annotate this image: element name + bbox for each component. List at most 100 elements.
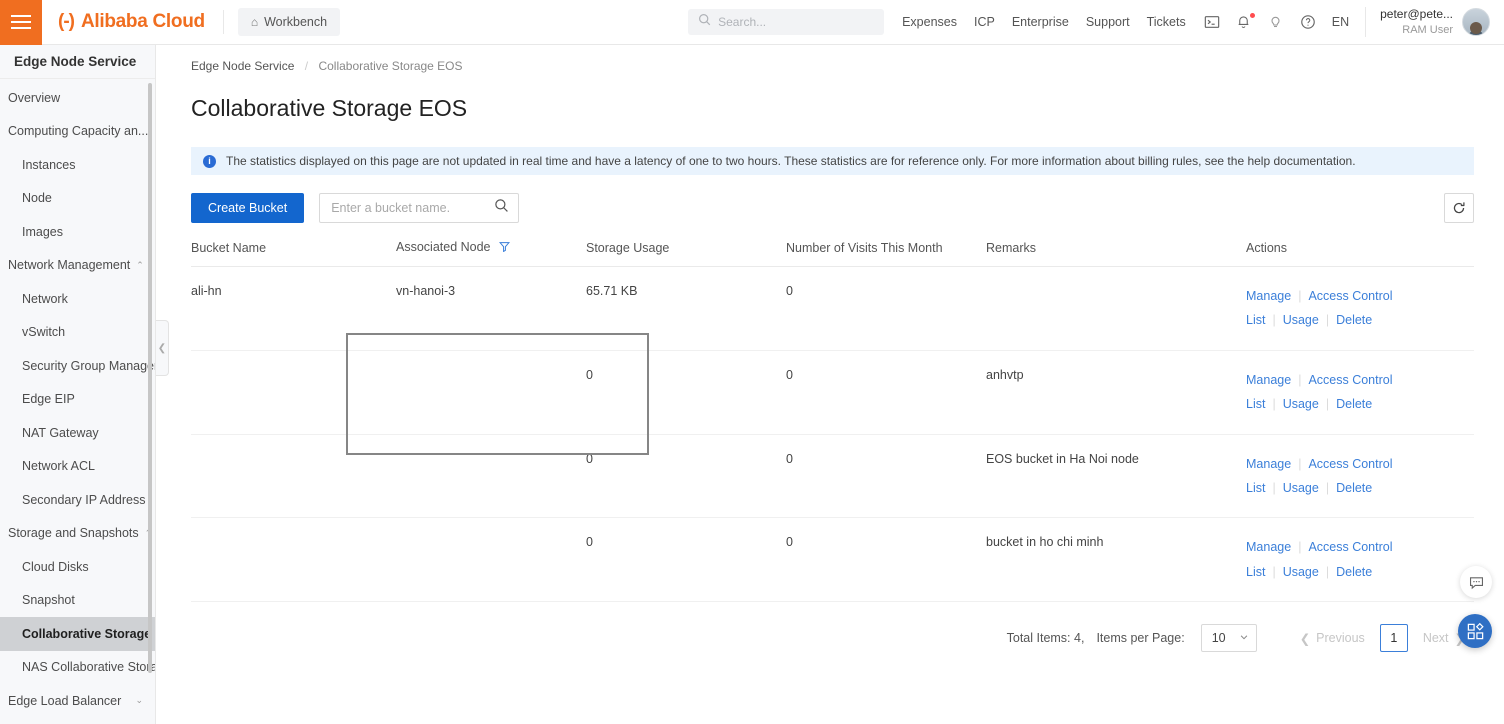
- page-number-1[interactable]: 1: [1379, 624, 1408, 652]
- sidebar-item-secondary-ip-address[interactable]: Secondary IP Address: [0, 483, 155, 517]
- nav-link-support[interactable]: Support: [1086, 15, 1130, 29]
- refresh-button[interactable]: [1444, 193, 1474, 223]
- action-manage[interactable]: Manage: [1246, 540, 1291, 554]
- action-usage[interactable]: Usage: [1283, 313, 1319, 327]
- action-delete[interactable]: Delete: [1336, 397, 1372, 411]
- sidebar-item-computing-capacity-an[interactable]: Computing Capacity an... ⌃: [0, 115, 155, 149]
- actions-cell: Manage | Access Control List | Usage | Delete: [1246, 517, 1474, 602]
- sidebar-item-vswitch[interactable]: vSwitch: [0, 316, 155, 350]
- create-bucket-button[interactable]: Create Bucket: [191, 193, 305, 223]
- sidebar-item-node[interactable]: Node: [0, 182, 155, 216]
- action-links: Manage | Access Control List | Usage | Delete: [1246, 452, 1474, 501]
- column-header-associated-node: Associated Node: [396, 240, 586, 267]
- sidebar-item-collaborative-storage-e[interactable]: Collaborative Storage E(: [0, 617, 155, 651]
- nav-link-tickets[interactable]: Tickets: [1147, 15, 1186, 29]
- sidebar-scrollbar[interactable]: [148, 83, 152, 673]
- sidebar-title: Edge Node Service: [0, 45, 155, 79]
- bucket-name-cell: ali-hn: [191, 266, 396, 351]
- nav-link-expenses[interactable]: Expenses: [902, 15, 957, 29]
- action-usage[interactable]: Usage: [1283, 397, 1319, 411]
- caret-down-icon: ⌄: [135, 695, 143, 706]
- sidebar-item-storage-and-snapshots[interactable]: Storage and Snapshots⌃: [0, 517, 155, 551]
- action-separator: |: [1298, 289, 1302, 303]
- chevron-down-icon: [1239, 631, 1249, 645]
- main-content: Edge Node Service / Collaborative Storag…: [156, 45, 1504, 724]
- sidebar-item-label: NAS Collaborative Storag: [22, 660, 155, 675]
- items-per-page-value: 10: [1211, 631, 1226, 645]
- action-manage[interactable]: Manage: [1246, 289, 1291, 303]
- sidebar-item-nas-collaborative-storag[interactable]: NAS Collaborative Storag: [0, 651, 155, 685]
- chat-bubble-icon[interactable]: [1460, 566, 1492, 598]
- action-separator: |: [1298, 540, 1302, 555]
- language-switcher[interactable]: EN: [1332, 15, 1349, 29]
- breadcrumb-root[interactable]: Edge Node Service: [191, 59, 294, 73]
- bucket-search-box[interactable]: [319, 193, 520, 223]
- bell-icon[interactable]: [1236, 13, 1255, 30]
- action-usage[interactable]: Usage: [1283, 565, 1319, 579]
- avatar[interactable]: [1462, 8, 1490, 36]
- action-delete[interactable]: Delete: [1336, 565, 1372, 579]
- sidebar-item-network-acl[interactable]: Network ACL: [0, 450, 155, 484]
- sidebar-item-edge-load-balancer[interactable]: Edge Load Balancer ⌄: [0, 684, 155, 718]
- sidebar-item-label: Overview: [8, 90, 61, 105]
- column-header-associated-node-label: Associated Node: [396, 240, 491, 254]
- table-body: ali-hn vn-hanoi-3 65.71 KB 0 Manage | Access C…: [191, 266, 1474, 602]
- sidebar-item-label: Network Management: [8, 258, 131, 273]
- help-circle-icon[interactable]: [1300, 14, 1316, 30]
- sidebar-item-network-management[interactable]: Network Management ⌃: [0, 249, 155, 283]
- items-per-page-select[interactable]: 10: [1200, 624, 1257, 652]
- apps-grid-icon[interactable]: [1458, 614, 1492, 648]
- user-menu[interactable]: peter@pete... RAM User: [1380, 6, 1504, 37]
- global-search-input[interactable]: [718, 15, 875, 29]
- filter-icon[interactable]: [498, 241, 511, 255]
- terminal-icon[interactable]: [1204, 14, 1220, 30]
- bucket-search-input[interactable]: [331, 201, 495, 215]
- action-manage[interactable]: Manage: [1246, 373, 1291, 387]
- action-delete[interactable]: Delete: [1336, 313, 1372, 327]
- sidebar-item-label: Computing Capacity an...: [8, 124, 149, 139]
- sidebar-item-label: Instances: [22, 157, 76, 172]
- previous-page-button[interactable]: ❮ Previous: [1291, 624, 1374, 652]
- sidebar-item-nat-gateway[interactable]: NAT Gateway: [0, 416, 155, 450]
- sidebar-item-snapshot[interactable]: Snapshot: [0, 584, 155, 618]
- sidebar-item-images[interactable]: Images: [0, 215, 155, 249]
- search-icon[interactable]: [494, 198, 509, 218]
- hamburger-icon[interactable]: [0, 0, 42, 45]
- caret-up-icon: ⌃: [136, 259, 144, 270]
- sidebar-item-overview[interactable]: Overview: [0, 81, 155, 115]
- sidebar-item-label: Cloud Disks: [22, 559, 89, 574]
- sidebar-item-edge-eip[interactable]: Edge EIP: [0, 383, 155, 417]
- pagination: Total Items: 4, Items per Page: 10 ❮ Pre…: [191, 624, 1474, 652]
- sidebar-item-instances[interactable]: Instances: [0, 148, 155, 182]
- nav-link-enterprise[interactable]: Enterprise: [1012, 15, 1069, 29]
- next-page-label: Next: [1422, 631, 1449, 645]
- sidebar-item-label: NAT Gateway: [22, 425, 99, 440]
- sidebar-item-label: Secondary IP Address: [22, 492, 146, 507]
- action-manage[interactable]: Manage: [1246, 457, 1291, 471]
- sidebar-item-label: Network: [22, 291, 68, 306]
- lightbulb-icon[interactable]: [1268, 14, 1284, 30]
- sidebar-collapse-handle[interactable]: ❮: [156, 320, 169, 376]
- sidebar-nav-list: Overview Computing Capacity an... ⌃ Instanc…: [0, 79, 155, 718]
- actions-cell: Manage | Access Control List | Usage | Delete: [1246, 434, 1474, 519]
- bucket-name-cell: [191, 434, 396, 519]
- sidebar-item-security-group-managem[interactable]: Security Group Managem: [0, 349, 155, 383]
- nav-link-icp[interactable]: ICP: [974, 15, 995, 29]
- visits-cell: 0: [786, 266, 986, 351]
- brand-logo[interactable]: (-) Alibaba Cloud: [42, 0, 223, 45]
- sidebar-item-network[interactable]: Network: [0, 282, 155, 316]
- sidebar-item-label: Edge EIP: [22, 392, 75, 407]
- action-usage[interactable]: Usage: [1283, 481, 1319, 495]
- sidebar-item-label: Node: [22, 191, 52, 206]
- items-per-page-label: Items per Page:: [1096, 631, 1185, 645]
- action-delete[interactable]: Delete: [1336, 481, 1372, 495]
- action-separator: |: [1298, 372, 1302, 387]
- global-search[interactable]: [688, 9, 885, 35]
- column-header-storage-usage: Storage Usage: [586, 240, 786, 267]
- workbench-button[interactable]: ⌂ Workbench: [237, 8, 341, 36]
- breadcrumb-current: Collaborative Storage EOS: [318, 59, 463, 73]
- table-row: 0 0 anhvtp Manage | Access Control List | Usage…: [191, 350, 1474, 435]
- brand-name: Alibaba Cloud: [80, 11, 205, 32]
- storage-usage-cell: 0: [586, 434, 786, 519]
- sidebar-item-cloud-disks[interactable]: Cloud Disks: [0, 550, 155, 584]
